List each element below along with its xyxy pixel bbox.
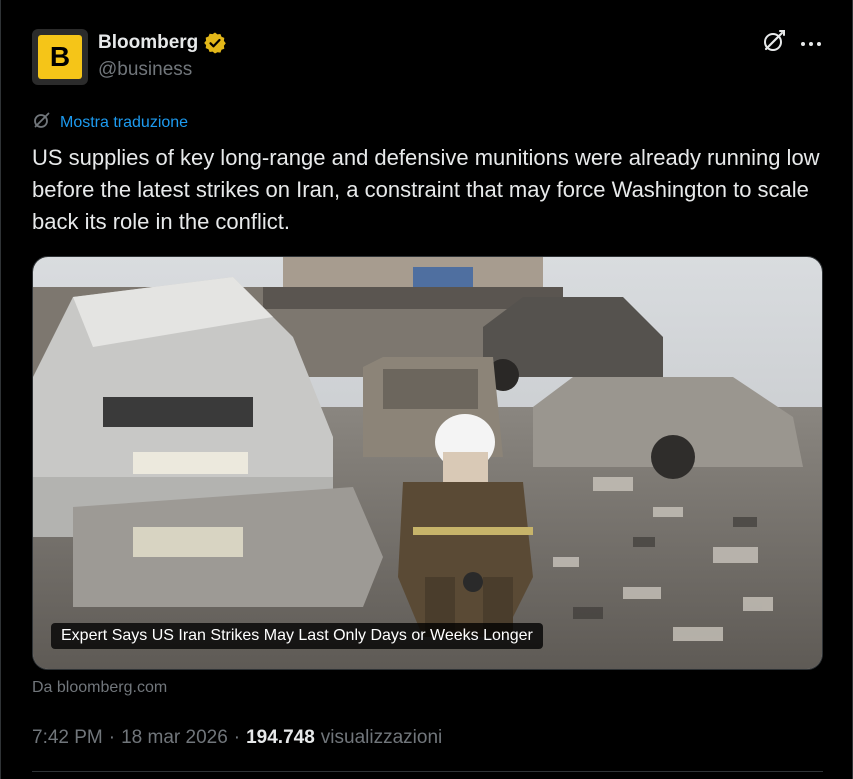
- grok-translate-icon: [32, 110, 52, 135]
- author-handle[interactable]: @business: [98, 59, 192, 81]
- tweet-card: B Bloomberg @business Mostra traduzione …: [0, 0, 853, 779]
- author-name[interactable]: Bloomberg: [98, 32, 198, 54]
- tweet-meta: 7:42 PM · 18 mar 2026 · 194.748 visualiz…: [32, 727, 442, 749]
- meta-separator: ·: [108, 727, 116, 748]
- author-avatar[interactable]: B: [32, 29, 88, 85]
- news-photo: [33, 257, 822, 669]
- translate-label: Mostra traduzione: [60, 113, 189, 131]
- link-source[interactable]: Da bloomberg.com: [32, 679, 167, 697]
- more-options-button[interactable]: [797, 28, 825, 58]
- link-card-image[interactable]: Expert Says US Iran Strikes May Last Onl…: [32, 256, 823, 670]
- avatar-logo: B: [38, 35, 82, 79]
- link-card-title: Expert Says US Iran Strikes May Last Onl…: [51, 623, 543, 649]
- author-name-row: Bloomberg: [98, 31, 227, 55]
- verified-badge-icon: [203, 31, 227, 55]
- views-count: 194.748: [246, 727, 315, 748]
- grok-button[interactable]: [759, 28, 789, 58]
- tweet-date[interactable]: 18 mar 2026: [121, 727, 228, 749]
- divider: [32, 771, 823, 772]
- translate-link[interactable]: Mostra traduzione: [32, 110, 188, 135]
- more-horizontal-icon: [800, 34, 822, 52]
- grok-icon: [761, 28, 787, 59]
- tweet-time[interactable]: 7:42 PM: [32, 727, 103, 749]
- views-label: visualizzazioni: [320, 727, 443, 748]
- tweet-text: US supplies of key long-range and defens…: [32, 145, 820, 234]
- meta-separator-2: ·: [233, 727, 241, 748]
